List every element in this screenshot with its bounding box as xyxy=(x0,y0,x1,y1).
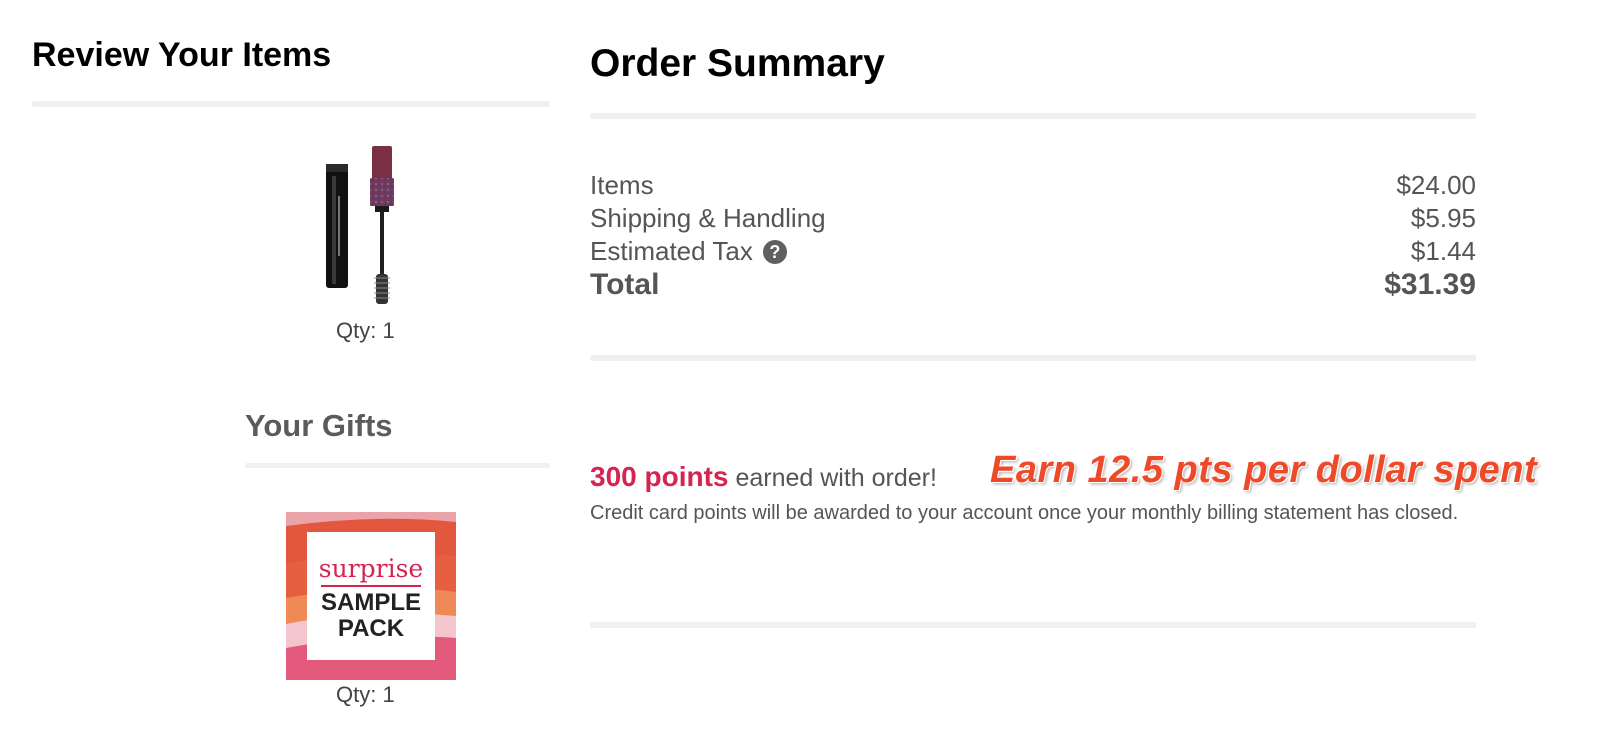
gift-surprise-text: surprise xyxy=(318,554,424,583)
divider xyxy=(245,463,550,468)
summary-value: $5.95 xyxy=(1410,203,1476,233)
divider xyxy=(590,113,1476,119)
points-earned-line: 300 points earned with order! xyxy=(590,461,937,493)
summary-label: Estimated Tax xyxy=(590,236,753,266)
summary-row-items: Items $24.00 xyxy=(590,170,1476,201)
divider xyxy=(590,355,1476,361)
summary-row-shipping: Shipping & Handling $5.95 xyxy=(590,203,1476,234)
promo-annotation: Earn 12.5 pts per dollar spent xyxy=(990,449,1538,491)
points-amount: 300 points xyxy=(590,461,729,492)
gift-card: surprise SAMPLE PACK xyxy=(307,532,435,660)
review-items-title: Review Your Items xyxy=(32,36,332,74)
product-qty: Qty: 1 xyxy=(336,318,395,343)
summary-value: $1.44 xyxy=(1410,236,1476,266)
order-summary-title: Order Summary xyxy=(590,42,885,85)
summary-label: Shipping & Handling xyxy=(590,203,826,233)
divider xyxy=(590,622,1476,628)
summary-label: Total xyxy=(590,268,660,301)
points-suffix: earned with order! xyxy=(735,464,937,492)
gift-pack-text: PACK xyxy=(337,615,405,642)
gift-sample-pack-image[interactable]: surprise SAMPLE PACK xyxy=(286,512,456,680)
gifts-title: Your Gifts xyxy=(245,408,393,443)
divider xyxy=(32,101,550,107)
summary-value: $31.39 xyxy=(1384,268,1476,301)
question-circle-icon[interactable]: ? xyxy=(762,240,787,264)
gift-qty: Qty: 1 xyxy=(336,682,395,707)
summary-row-tax: Estimated Tax? $1.44 xyxy=(590,236,1476,267)
points-note: Credit card points will be awarded to yo… xyxy=(590,502,1459,524)
product-image[interactable] xyxy=(320,146,430,316)
gift-sample-text: SAMPLE xyxy=(320,589,421,616)
gift-rule xyxy=(321,585,421,587)
summary-label: Items xyxy=(590,170,654,200)
summary-value: $24.00 xyxy=(1396,170,1476,200)
summary-row-total: Total $31.39 xyxy=(590,268,1476,302)
